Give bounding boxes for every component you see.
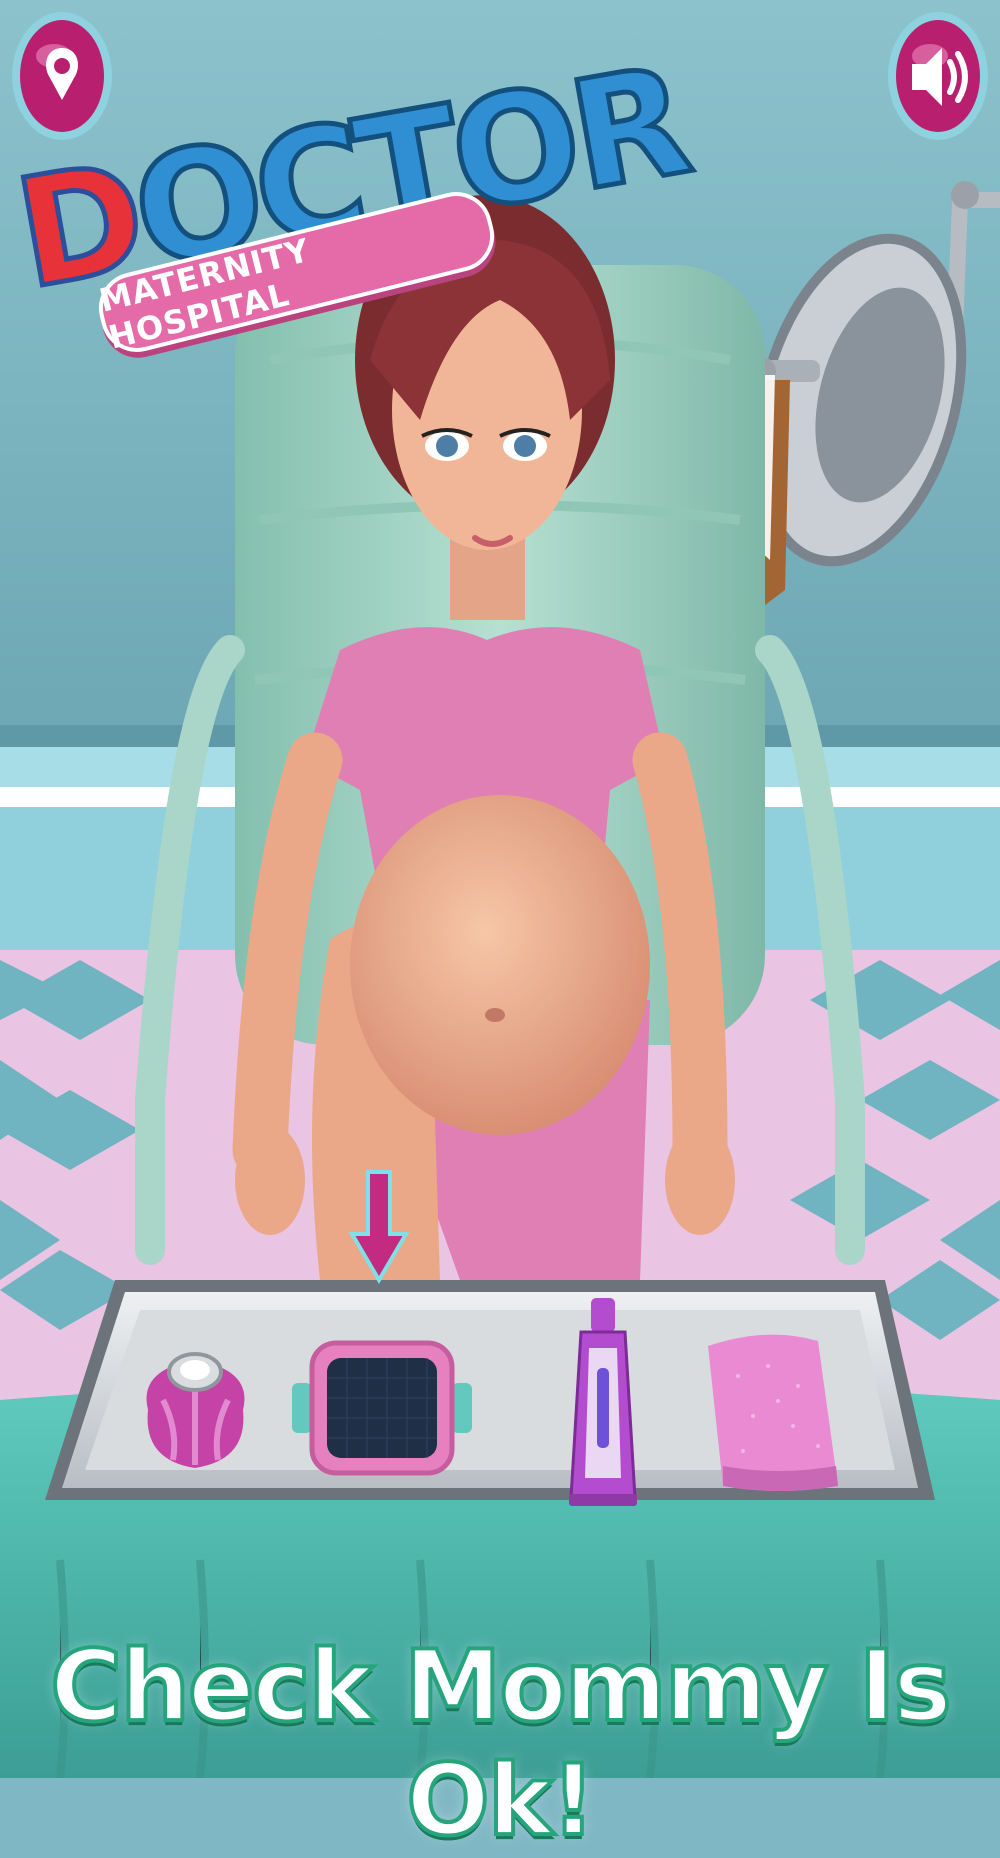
game-logo: DOCTOR MATERNITY HOSPITAL — [0, 0, 699, 420]
pink-towel-tool[interactable] — [698, 1326, 843, 1496]
sound-button[interactable] — [886, 8, 990, 143]
instruction-text: Check Mommy Is Ok! — [48, 1628, 953, 1858]
speaker-icon — [888, 12, 988, 140]
gel-tube-tool[interactable] — [563, 1298, 643, 1508]
towel-icon — [708, 1334, 838, 1491]
gel-tube-icon — [569, 1298, 637, 1506]
ice-pack-tool[interactable] — [128, 1340, 263, 1480]
tool-pointer — [348, 1168, 410, 1286]
ultrasound-monitor-tool[interactable] — [292, 1338, 472, 1478]
down-arrow-icon — [348, 1170, 410, 1284]
ultrasound-pad-icon — [292, 1340, 472, 1476]
ice-pack-icon — [146, 1352, 245, 1468]
